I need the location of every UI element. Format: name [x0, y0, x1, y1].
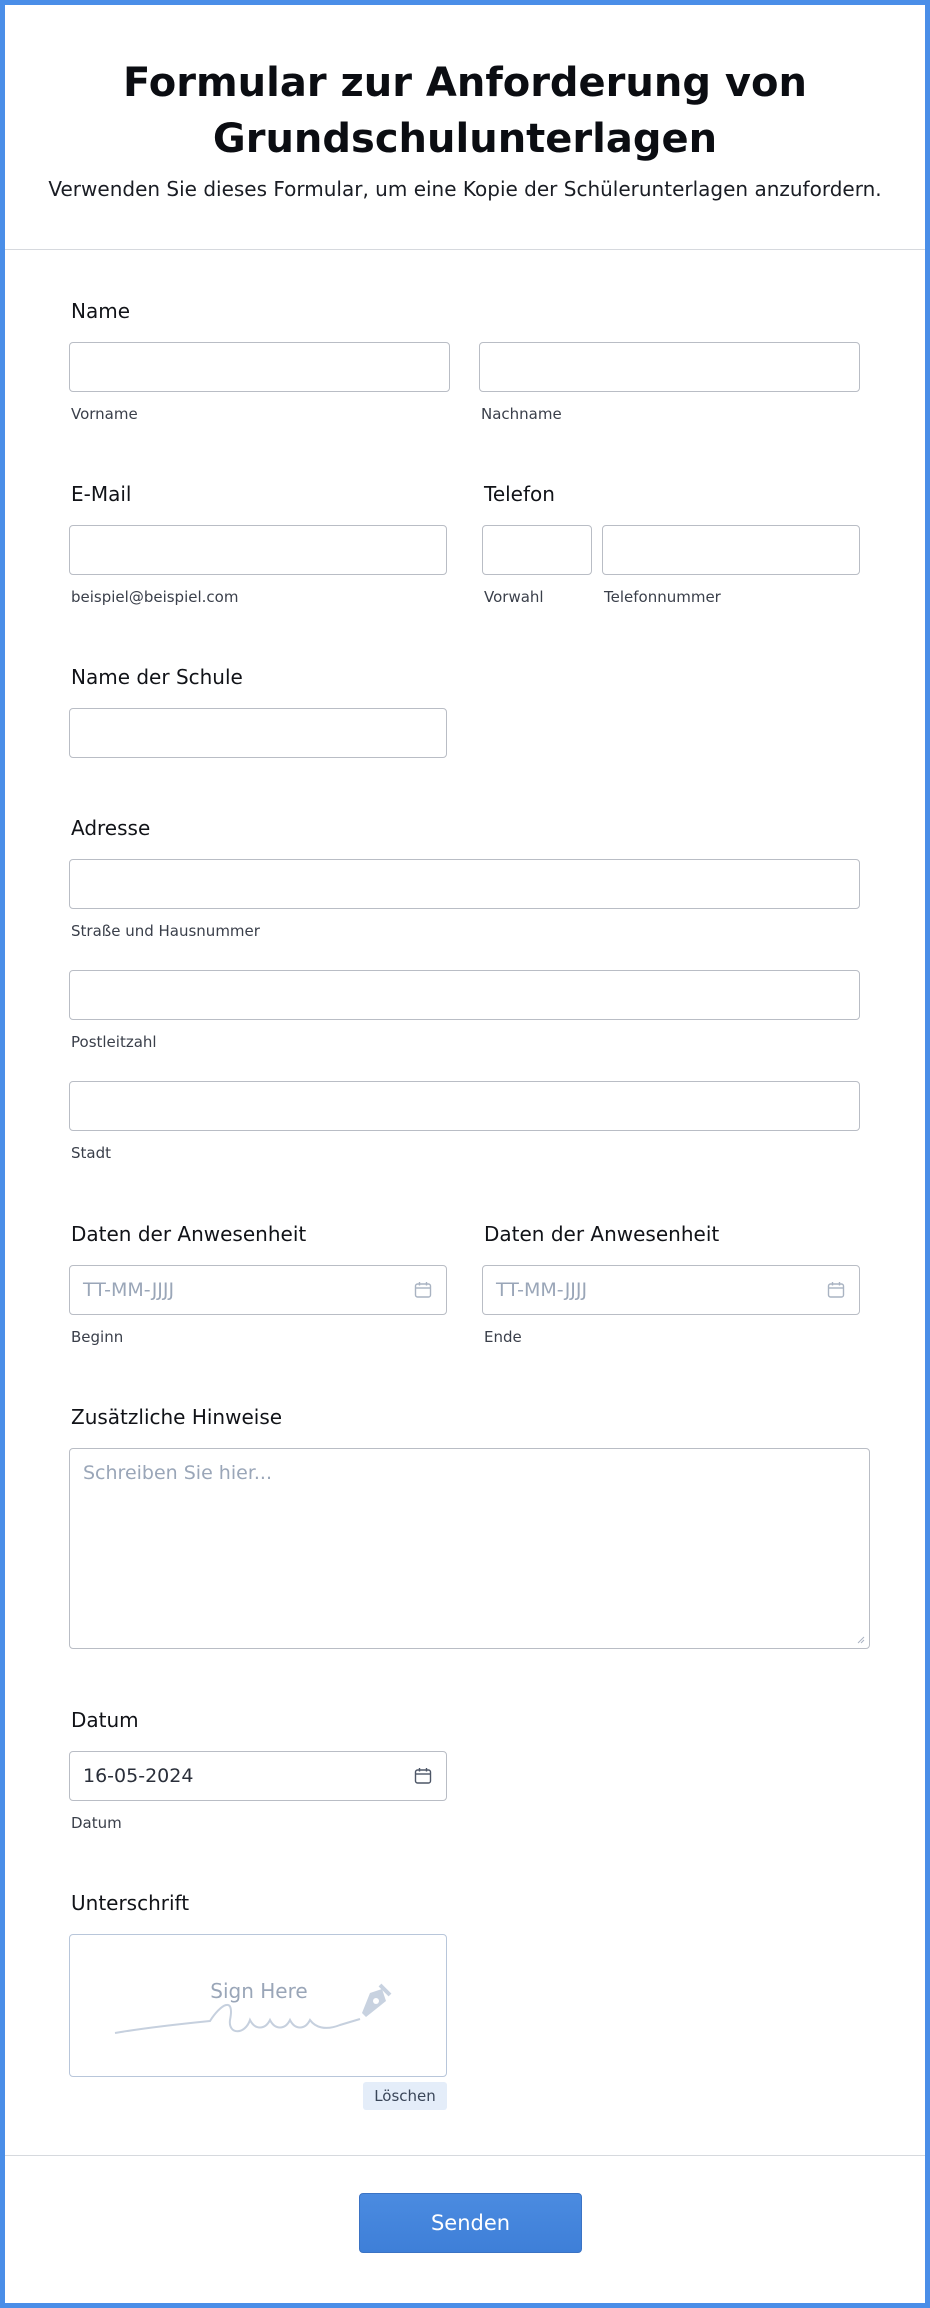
zip-sublabel: Postleitzahl [71, 1033, 157, 1051]
school-name-input[interactable] [69, 708, 447, 758]
form-header: Formular zur Anforderung von Grundschulu… [5, 5, 925, 250]
first-name-input[interactable] [69, 342, 450, 392]
last-name-input[interactable] [479, 342, 860, 392]
attendance-end-placeholder: TT-MM-JJJJ [496, 1279, 588, 1301]
phone-label: Telefon [484, 482, 555, 506]
street-sublabel: Straße und Hausnummer [71, 922, 260, 940]
phone-number-sublabel: Telefonnummer [604, 588, 721, 606]
city-input[interactable] [69, 1081, 860, 1131]
attendance-end-label: Daten der Anwesenheit [484, 1222, 720, 1246]
title-line-2: Grundschulunterlagen [212, 116, 718, 162]
notes-textarea[interactable]: Schreiben Sie hier... [69, 1448, 870, 1649]
notes-label: Zusätzliche Hinweise [71, 1405, 283, 1429]
calendar-icon[interactable] [827, 1281, 845, 1299]
attendance-end-sublabel: Ende [484, 1328, 522, 1346]
title-line-1: Formular zur Anforderung von [123, 60, 807, 106]
attendance-start-label: Daten der Anwesenheit [71, 1222, 307, 1246]
date-input[interactable]: 16-05-2024 [69, 1751, 447, 1801]
phone-number-input[interactable] [602, 525, 860, 575]
notes-placeholder: Schreiben Sie hier... [83, 1462, 273, 1484]
zip-input[interactable] [69, 970, 860, 1020]
area-code-sublabel: Vorwahl [484, 588, 544, 606]
email-label: E-Mail [71, 482, 132, 506]
attendance-start-sublabel: Beginn [71, 1328, 124, 1346]
attendance-start-placeholder: TT-MM-JJJJ [83, 1279, 175, 1301]
footer-divider [5, 2155, 925, 2156]
clear-signature-button[interactable]: Löschen [363, 2082, 447, 2110]
date-label: Datum [71, 1708, 139, 1732]
signature-pad[interactable]: Sign Here [69, 1934, 447, 2077]
resize-grip-icon[interactable] [857, 1636, 865, 1644]
calendar-icon[interactable] [414, 1767, 432, 1785]
first-name-sublabel: Vorname [71, 405, 138, 423]
attendance-end-input[interactable]: TT-MM-JJJJ [482, 1265, 860, 1315]
address-label: Adresse [71, 816, 151, 840]
pen-nib-icon [362, 1983, 392, 2017]
area-code-input[interactable] [482, 525, 592, 575]
form-subtitle: Verwenden Sie dieses Formular, um eine K… [48, 177, 882, 201]
calendar-icon[interactable] [414, 1281, 432, 1299]
date-value: 16-05-2024 [83, 1765, 194, 1787]
date-sublabel: Datum [71, 1814, 122, 1832]
email-sublabel: beispiel@beispiel.com [71, 588, 239, 606]
attendance-start-input[interactable]: TT-MM-JJJJ [69, 1265, 447, 1315]
street-input[interactable] [69, 859, 860, 909]
submit-button[interactable]: Senden [359, 2193, 582, 2253]
form-title: Formular zur Anforderung von Grundschulu… [5, 55, 925, 167]
city-sublabel: Stadt [71, 1144, 111, 1162]
last-name-sublabel: Nachname [481, 405, 562, 423]
school-label: Name der Schule [71, 665, 243, 689]
signature-label: Unterschrift [71, 1891, 190, 1915]
name-label: Name [71, 299, 131, 323]
email-input[interactable] [69, 525, 447, 575]
